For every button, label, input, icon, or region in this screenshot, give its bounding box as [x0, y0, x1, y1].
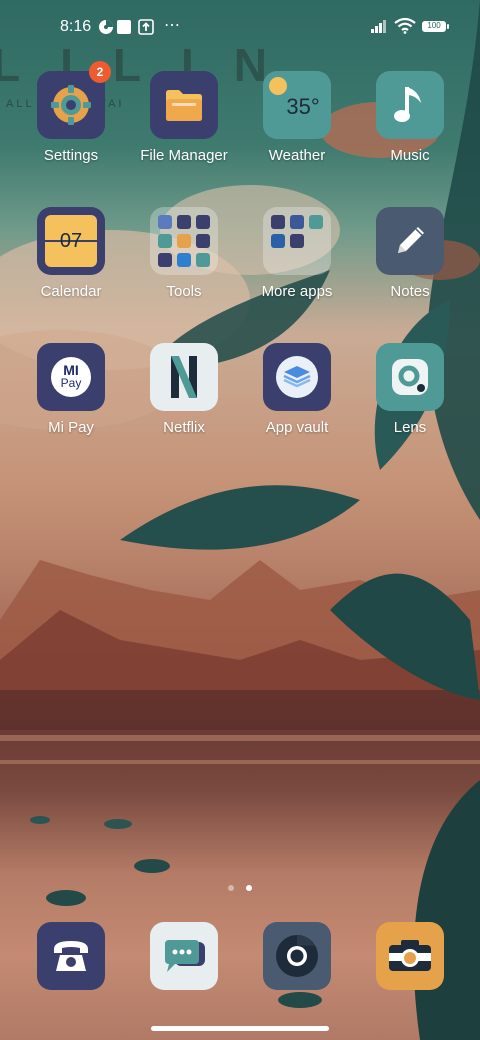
mi-pay-mark-bottom: Pay — [60, 376, 82, 390]
app-label: File Manager — [140, 147, 228, 164]
mini-app-icon — [271, 234, 285, 248]
pinwheel-notification-icon — [99, 20, 113, 34]
app-label: Notes — [390, 283, 430, 300]
mini-app-icon — [158, 215, 172, 229]
mini-app-icon — [309, 215, 323, 229]
chrome-icon — [263, 922, 331, 990]
dock-chrome[interactable] — [263, 922, 331, 990]
folder-grid-icon — [263, 207, 331, 275]
pencil-icon — [376, 207, 444, 275]
folder-grid-icon — [150, 207, 218, 275]
dock-messages[interactable] — [150, 922, 218, 990]
mini-app-icon — [177, 234, 191, 248]
folder-more-apps[interactable]: More apps — [241, 207, 353, 300]
netflix-icon — [150, 343, 218, 411]
app-label: Settings — [43, 147, 99, 164]
calendar-icon: 07 — [37, 207, 105, 275]
phone-icon — [37, 922, 105, 990]
mini-app-icon — [177, 215, 191, 229]
music-note-icon — [376, 71, 444, 139]
page-indicator[interactable] — [0, 878, 480, 896]
mini-app-icon — [290, 234, 304, 248]
battery-icon: 100 — [422, 21, 449, 32]
app-label: Tools — [166, 283, 202, 300]
gear-icon: 2 — [37, 61, 111, 139]
app-music[interactable]: Music — [354, 71, 466, 164]
mini-app-icon — [196, 215, 210, 229]
page-dot-2[interactable] — [246, 885, 253, 891]
app-label: App vault — [265, 419, 329, 436]
mini-app-icon — [196, 234, 210, 248]
app-weather[interactable]: 35° Weather — [241, 71, 353, 164]
app-settings[interactable]: 2 Settings — [15, 61, 127, 164]
upload-notification-icon — [138, 19, 154, 35]
mini-app-icon — [290, 215, 304, 229]
mini-app-icon — [177, 253, 191, 267]
layers-icon — [263, 343, 331, 411]
app-label: Calendar — [40, 283, 102, 300]
messages-icon — [150, 922, 218, 990]
app-notes[interactable]: Notes — [354, 207, 466, 300]
mini-app-icon — [158, 253, 172, 267]
app-label: Music — [390, 147, 430, 164]
more-notifications-icon: ⋯ — [164, 17, 181, 34]
sun-shape — [269, 77, 287, 95]
calendar-page: 07 — [45, 215, 97, 267]
mini-app-icon — [196, 253, 210, 267]
app-file-manager[interactable]: File Manager — [128, 71, 240, 164]
page-dot-1[interactable] — [227, 885, 234, 891]
camera-icon — [376, 922, 444, 990]
mini-app-icon — [271, 215, 285, 229]
dock-camera[interactable] — [376, 922, 444, 990]
calendar-date: 07 — [59, 229, 83, 252]
status-bar: 8:16 ⋯ 100 — [0, 0, 480, 56]
home-gesture-bar[interactable] — [151, 1026, 329, 1031]
notification-badge: 2 — [89, 61, 111, 83]
dock-phone[interactable] — [37, 922, 105, 990]
mini-app-icon — [158, 234, 172, 248]
mi-pay-icon: MI Pay — [37, 343, 105, 411]
app-calendar[interactable]: 07 Calendar — [15, 207, 127, 300]
app-lens[interactable]: Lens — [354, 343, 466, 436]
app-app-vault[interactable]: App vault — [241, 343, 353, 436]
app-label: Weather — [268, 147, 326, 164]
layers-badge — [276, 356, 318, 398]
mi-pay-badge: MI Pay — [51, 357, 91, 397]
app-label: More apps — [261, 283, 333, 300]
folder-icon — [150, 71, 218, 139]
app-label: Mi Pay — [48, 419, 94, 436]
app-label: Lens — [393, 419, 427, 436]
app-mi-pay[interactable]: MI Pay Mi Pay — [15, 343, 127, 436]
sun-icon: 35° — [263, 71, 331, 139]
battery-level: 100 — [427, 21, 441, 30]
app-label: Netflix — [163, 419, 205, 436]
weather-temperature: 35° — [286, 94, 320, 119]
wifi-icon — [394, 18, 416, 34]
square-notification-icon — [117, 20, 131, 34]
status-time: 8:16 — [60, 18, 92, 35]
app-netflix[interactable]: Netflix — [128, 343, 240, 436]
lens-icon — [376, 343, 444, 411]
signal-icon — [371, 20, 386, 33]
folder-tools[interactable]: Tools — [128, 207, 240, 300]
